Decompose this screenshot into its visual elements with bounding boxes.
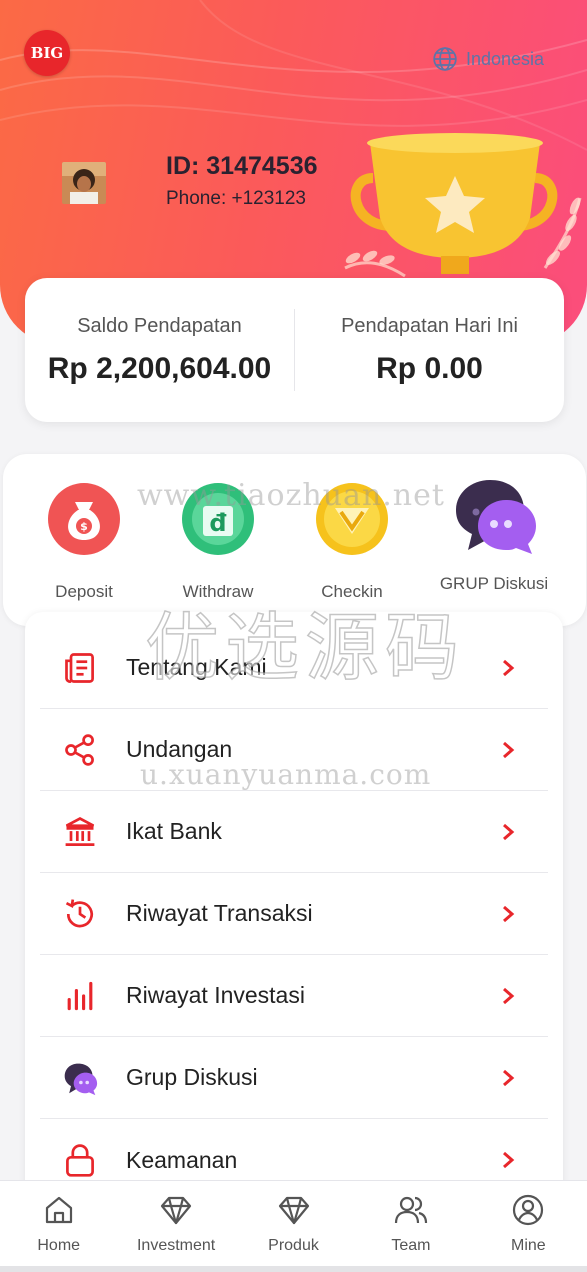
tab-label-produk: Produk bbox=[268, 1237, 319, 1254]
app-logo: BIG bbox=[24, 30, 70, 76]
tab-team[interactable]: Team bbox=[352, 1181, 469, 1272]
today-label: Pendapatan Hari Ini bbox=[341, 314, 518, 337]
tab-investment[interactable]: Investment bbox=[117, 1181, 234, 1272]
income-value: Rp 2,200,604.00 bbox=[47, 351, 272, 385]
today-balance: Pendapatan Hari Ini Rp 0.00 bbox=[295, 315, 564, 386]
tab-label-mine: Mine bbox=[510, 1237, 546, 1254]
deposit-label: Deposit bbox=[55, 582, 113, 601]
tab-label-home: Home bbox=[37, 1237, 81, 1254]
chat-bubbles-icon bbox=[456, 480, 536, 554]
document-icon bbox=[60, 648, 100, 688]
bar-chart-icon bbox=[60, 976, 100, 1016]
today-value: Rp 0.00 bbox=[376, 351, 483, 385]
watermark-url: www.tiaozhuan.net bbox=[137, 478, 445, 513]
menu-item-investment-history[interactable]: Riwayat Investasi bbox=[40, 955, 548, 1037]
menu-label-group-discussion: Grup Diskusi bbox=[126, 1064, 258, 1090]
language-selector[interactable]: Indonesia bbox=[432, 44, 544, 74]
trophy-illustration bbox=[344, 133, 582, 278]
logo-text: BIG bbox=[30, 44, 64, 62]
lock-icon bbox=[60, 1140, 100, 1180]
chevron-right-icon bbox=[503, 1151, 515, 1169]
watermark-chinese: 优选源码 bbox=[144, 604, 465, 692]
balance-card: Saldo Pendapatan Rp 2,200,604.00 Pendapa… bbox=[25, 278, 564, 422]
watermark-url-2: u.xuanyuanma.com bbox=[140, 758, 432, 791]
menu-item-bank[interactable]: Ikat Bank bbox=[40, 791, 548, 873]
menu-label-bank: Ikat Bank bbox=[126, 818, 222, 844]
avatar-image bbox=[62, 162, 106, 204]
svg-text:đ: đ bbox=[209, 509, 226, 537]
chevron-right-icon bbox=[503, 659, 515, 676]
language-label: Indonesia bbox=[466, 48, 545, 69]
svg-text:$: $ bbox=[80, 520, 88, 533]
tab-label-team: Team bbox=[391, 1237, 431, 1254]
bank-icon bbox=[60, 812, 100, 852]
avatar[interactable] bbox=[62, 162, 106, 204]
money-bag-icon: $ bbox=[48, 483, 120, 555]
user-circle-icon bbox=[513, 1194, 544, 1226]
chevron-right-icon bbox=[503, 741, 515, 758]
group-discussion-button[interactable]: GRUP Diskusi bbox=[429, 476, 559, 594]
deposit-button[interactable]: $ Deposit bbox=[19, 482, 149, 602]
share-icon bbox=[60, 730, 100, 770]
chevron-right-icon bbox=[503, 823, 515, 840]
chevron-right-icon bbox=[503, 987, 515, 1004]
history-icon bbox=[60, 894, 100, 934]
tab-home[interactable]: Home bbox=[0, 1181, 117, 1272]
menu-label-transaction-history: Riwayat Transaksi bbox=[126, 900, 313, 926]
diamond-icon bbox=[278, 1196, 309, 1225]
home-indicator-strip bbox=[0, 1266, 587, 1272]
tab-mine[interactable]: Mine bbox=[470, 1181, 587, 1272]
diamond-icon bbox=[161, 1196, 192, 1225]
tab-produk[interactable]: Produk bbox=[235, 1181, 352, 1272]
chat-bubbles-icon bbox=[60, 1058, 100, 1098]
menu-list: Tentang Kami Undangan Ikat Bank Riwayat … bbox=[25, 612, 563, 1212]
globe-icon bbox=[433, 47, 457, 71]
menu-item-transaction-history[interactable]: Riwayat Transaksi bbox=[40, 873, 548, 955]
team-icon bbox=[394, 1196, 428, 1224]
chevron-right-icon bbox=[503, 1069, 515, 1086]
user-phone: Phone: +123123 bbox=[166, 188, 306, 209]
chevron-right-icon bbox=[503, 905, 515, 922]
user-id: ID: 31474536 bbox=[166, 152, 318, 180]
menu-item-group-discussion[interactable]: Grup Diskusi bbox=[40, 1037, 548, 1119]
menu-label-investment-history: Riwayat Investasi bbox=[126, 982, 305, 1008]
tab-label-investment: Investment bbox=[136, 1237, 216, 1254]
income-balance: Saldo Pendapatan Rp 2,200,604.00 bbox=[25, 315, 294, 386]
income-label: Saldo Pendapatan bbox=[77, 314, 242, 337]
menu-label-security: Keamanan bbox=[126, 1146, 238, 1173]
bottom-tab-bar: Home Investment Produk Team Mine bbox=[0, 1180, 587, 1272]
home-icon bbox=[45, 1196, 72, 1224]
